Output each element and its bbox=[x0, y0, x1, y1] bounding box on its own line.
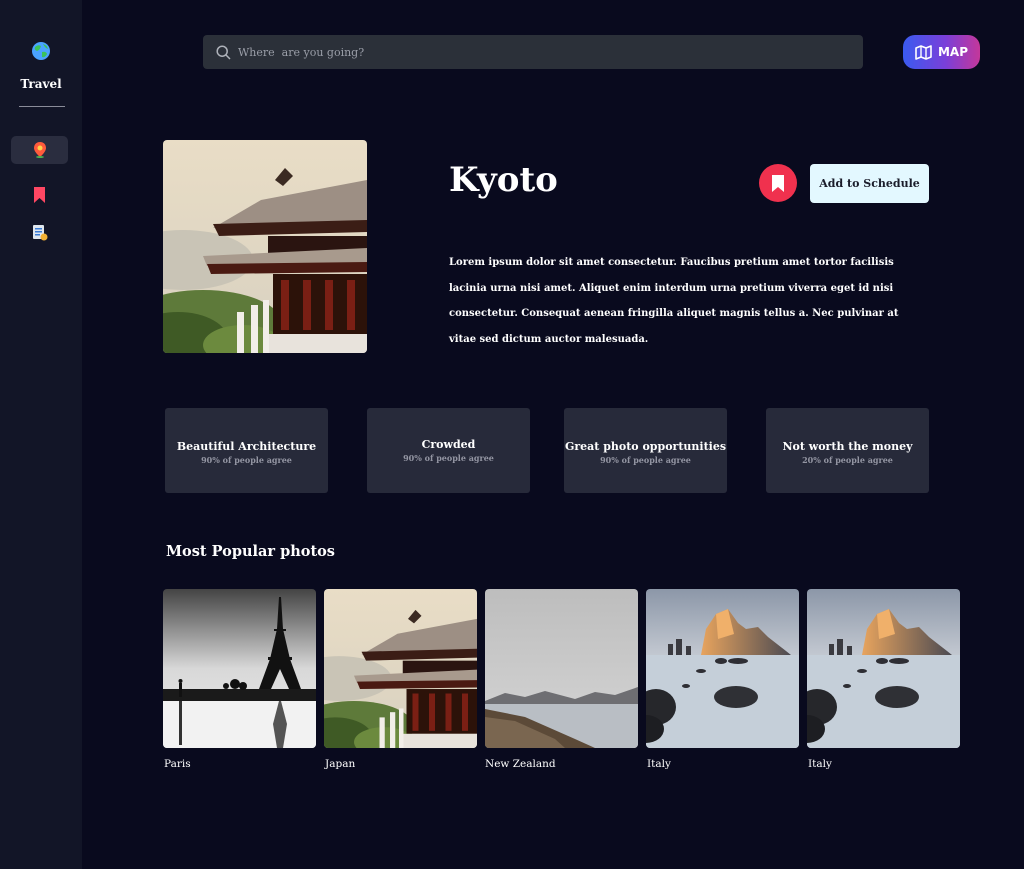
map-icon bbox=[915, 44, 932, 60]
search-input[interactable] bbox=[238, 45, 838, 59]
popular-photos-title: Most Popular photos bbox=[166, 543, 335, 560]
location-pin-icon bbox=[33, 142, 46, 158]
photo-label: Paris bbox=[164, 758, 191, 770]
stat-subtitle: 90% of people agree bbox=[201, 455, 292, 465]
photo-italy[interactable] bbox=[646, 589, 799, 748]
destination-title: Kyoto bbox=[449, 160, 558, 200]
map-button-label: MAP bbox=[937, 45, 969, 59]
stat-title: Crowded bbox=[421, 438, 476, 451]
destination-description: Lorem ipsum dolor sit amet consectetur. … bbox=[449, 257, 899, 345]
stat-card: Great photo opportunities 90% of people … bbox=[564, 408, 727, 493]
search-bar bbox=[203, 35, 863, 69]
stat-card: Beautiful Architecture 90% of people agr… bbox=[165, 408, 328, 493]
stat-subtitle: 90% of people agree bbox=[403, 453, 494, 463]
sidebar: Travel bbox=[0, 0, 82, 869]
sidebar-divider bbox=[19, 106, 65, 107]
map-button[interactable]: MAP bbox=[903, 35, 980, 69]
stat-subtitle: 20% of people agree bbox=[802, 455, 893, 465]
app-name: Travel bbox=[20, 77, 62, 91]
stat-card: Not worth the money 20% of people agree bbox=[766, 408, 929, 493]
bookmark-button[interactable] bbox=[759, 164, 797, 202]
stat-title: Great photo opportunities bbox=[564, 440, 727, 453]
stat-title: Beautiful Architecture bbox=[176, 440, 317, 453]
stat-subtitle: 90% of people agree bbox=[600, 455, 691, 465]
photo-new-zealand[interactable] bbox=[485, 589, 638, 748]
globe-logo-icon bbox=[31, 41, 51, 61]
photo-label: Italy bbox=[647, 758, 671, 770]
schedule-icon bbox=[32, 224, 47, 240]
stat-card: Crowded 90% of people agree bbox=[367, 408, 530, 493]
search-icon bbox=[216, 44, 231, 60]
photo-japan[interactable] bbox=[324, 589, 477, 748]
bookmark-icon bbox=[34, 187, 45, 203]
photo-italy[interactable] bbox=[807, 589, 960, 748]
sidebar-item-bookmarks[interactable] bbox=[11, 181, 68, 209]
sidebar-item-schedule[interactable] bbox=[11, 218, 68, 246]
destination-hero-image bbox=[163, 140, 367, 353]
photo-label: Japan bbox=[325, 758, 356, 770]
bookmark-icon bbox=[772, 174, 784, 192]
add-to-schedule-button[interactable]: Add to Schedule bbox=[810, 164, 929, 203]
photo-label: Italy bbox=[808, 758, 832, 770]
photo-label: New Zealand bbox=[485, 758, 556, 770]
stat-title: Not worth the money bbox=[782, 440, 913, 453]
photo-paris[interactable] bbox=[163, 589, 316, 748]
sidebar-item-explore[interactable] bbox=[11, 136, 68, 164]
